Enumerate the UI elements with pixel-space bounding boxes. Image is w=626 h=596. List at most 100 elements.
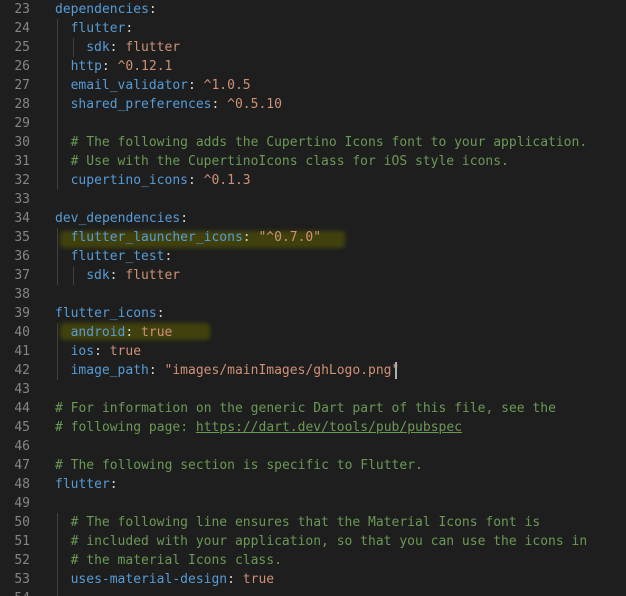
yaml-colon: : (148, 2, 157, 17)
line-number: 50 (14, 515, 30, 530)
comment-text: # The following adds the Cupertino Icons… (70, 135, 588, 150)
yaml-key: http (70, 59, 102, 74)
line-number: 51 (14, 534, 30, 549)
code-line[interactable]: 50 # The following line ensures that the … (0, 513, 626, 532)
yaml-value: ^1.0.5 (203, 78, 251, 93)
code-line[interactable]: 53 uses-material-design: true (0, 570, 626, 589)
yaml-colon: : (125, 325, 142, 340)
code-line[interactable]: 25 sdk: flutter (0, 38, 626, 57)
yaml-key: android (70, 325, 126, 340)
yaml-colon: : (94, 344, 110, 359)
yaml-value: ^0.1.3 (203, 173, 251, 188)
code-line[interactable]: 51 # included with your application, so t… (0, 532, 626, 551)
code-line[interactable]: 26 http: ^0.12.1 (0, 57, 626, 76)
line-number: 49 (14, 496, 30, 511)
comment-text: # the material Icons class. (70, 553, 282, 568)
code-text: # The following line ensures that the Ma… (71, 513, 541, 532)
yaml-key: cupertino_icons (70, 173, 188, 188)
code-line[interactable]: 38 (0, 285, 626, 304)
code-line[interactable]: 47 # The following section is specific to… (0, 456, 626, 475)
line-number: 44 (14, 401, 30, 416)
code-line[interactable]: 36 flutter_test: (0, 247, 626, 266)
yaml-value: true (141, 325, 173, 340)
line-number: 28 (14, 97, 30, 112)
code-line[interactable]: 29 (0, 114, 626, 133)
yaml-colon: : (148, 363, 165, 378)
code-text: flutter: (55, 475, 118, 494)
code-line[interactable]: 44 # For information on the generic Dart … (0, 399, 626, 418)
text-cursor (395, 362, 397, 379)
code-line[interactable]: 33 (0, 190, 626, 209)
line-number: 42 (14, 363, 30, 378)
line-number: 27 (14, 78, 30, 93)
code-line[interactable]: 34 dev_dependencies: (0, 209, 626, 228)
code-text: # The following adds the Cupertino Icons… (71, 133, 588, 152)
line-number: 38 (14, 287, 30, 302)
comment-link[interactable]: https://dart.dev/tools/pub/pubspec (196, 420, 462, 435)
code-line[interactable]: 30 # The following adds the Cupertino Ico… (0, 133, 626, 152)
yaml-key: flutter_icons (55, 306, 157, 321)
line-number: 46 (14, 439, 30, 454)
yaml-colon: : (109, 477, 118, 492)
yaml-colon: : (188, 78, 204, 93)
code-line[interactable]: 31 # Use with the CupertinoIcons class fo… (0, 152, 626, 171)
yaml-key: flutter (70, 21, 126, 36)
code-line[interactable]: 54 (0, 589, 626, 596)
line-number: 41 (14, 344, 30, 359)
code-text: dev_dependencies: (55, 209, 188, 228)
yaml-value: ^0.5.10 (227, 97, 282, 112)
code-line[interactable]: 49 (0, 494, 626, 513)
yaml-value: "^0.7.0" (258, 230, 322, 245)
yaml-key: image_path (70, 363, 149, 378)
yaml-value: true (242, 572, 275, 587)
yaml-key: sdk (86, 40, 110, 55)
yaml-colon: : (227, 572, 243, 587)
code-line[interactable]: 52 # the material Icons class. (0, 551, 626, 570)
code-line[interactable]: 40 android: true (0, 323, 626, 342)
code-text: android: true (71, 323, 173, 342)
line-number: 47 (14, 458, 30, 473)
yaml-key: flutter_launcher_icons (70, 230, 243, 245)
code-line[interactable]: 37 sdk: flutter (0, 266, 626, 285)
yaml-colon: : (101, 59, 118, 74)
code-text: # The following section is specific to F… (55, 456, 423, 475)
line-number: 52 (14, 553, 30, 568)
yaml-key: sdk (86, 268, 110, 283)
code-editor[interactable]: 23 dependencies: 24 flutter: 25 sdk: flutter 2… (0, 0, 626, 596)
code-text: flutter_test: (71, 247, 173, 266)
yaml-value: "images/mainImages/ghLogo.png" (164, 363, 400, 378)
yaml-colon: : (180, 211, 189, 226)
yaml-value: ^0.12.1 (117, 59, 173, 74)
code-text: shared_preferences: ^0.5.10 (71, 95, 282, 114)
code-line[interactable]: 32 cupertino_icons: ^0.1.3 (0, 171, 626, 190)
yaml-key: flutter (55, 477, 110, 492)
line-number: 48 (14, 477, 30, 492)
code-line[interactable]: 23 dependencies: (0, 0, 626, 19)
code-line[interactable]: 45 # following page: https://dart.dev/too… (0, 418, 626, 437)
comment-text: # The following section is specific to F… (55, 458, 423, 473)
code-line[interactable]: 46 (0, 437, 626, 456)
line-number: 25 (14, 40, 30, 55)
line-number: 34 (14, 211, 30, 226)
yaml-colon: : (188, 173, 204, 188)
code-line[interactable]: 39 flutter_icons: (0, 304, 626, 323)
line-number: 54 (0, 589, 30, 596)
code-line[interactable]: 28 shared_preferences: ^0.5.10 (0, 95, 626, 114)
line-number: 37 (14, 268, 30, 283)
code-text: dependencies: (55, 0, 157, 19)
code-line[interactable]: 27 email_validator: ^1.0.5 (0, 76, 626, 95)
code-line[interactable]: 48 flutter: (0, 475, 626, 494)
yaml-colon: : (109, 268, 126, 283)
line-number: 31 (14, 154, 30, 169)
code-line[interactable]: 35 flutter_launcher_icons: "^0.7.0" (0, 228, 626, 247)
line-number: 29 (14, 116, 30, 131)
yaml-colon: : (109, 40, 126, 55)
code-text: sdk: flutter (86, 38, 180, 57)
code-line[interactable]: 24 flutter: (0, 19, 626, 38)
code-line[interactable]: 43 (0, 380, 626, 399)
comment-text: # For information on the generic Dart pa… (55, 401, 556, 416)
code-line[interactable]: 41 ios: true (0, 342, 626, 361)
code-line[interactable]: 42 image_path: "images/mainImages/ghLogo.… (0, 361, 626, 380)
yaml-key: ios (70, 344, 95, 359)
code-text: cupertino_icons: ^0.1.3 (71, 171, 251, 190)
